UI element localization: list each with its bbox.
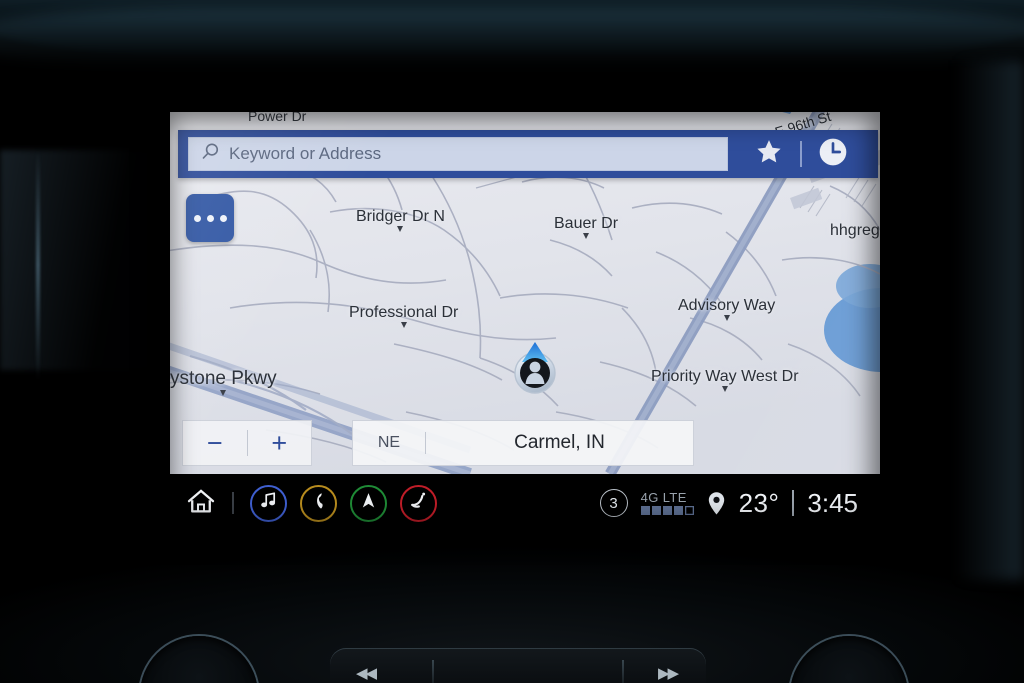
ellipsis-icon-dot [219,214,227,222]
current-city-label: Carmel, IN [514,432,605,453]
clock-time: 3:45 [807,487,858,518]
signal-bar [651,506,661,515]
map-zoom-controls[interactable]: − + [182,420,312,466]
status-bar-shortcuts [162,484,437,522]
status-bar-indicators: 3 4G LTE 23° 3:45 [599,487,880,519]
ellipsis-icon-dot [206,214,214,222]
previous-track-icon[interactable]: ◀◀ [356,664,377,682]
profile-indicator[interactable]: 3 [599,489,628,517]
search-input[interactable]: Keyword or Address [188,137,728,171]
signal-bar-empty [685,506,694,515]
map-more-options-button[interactable] [186,194,234,242]
location-status-bar[interactable]: NE Carmel, IN [352,420,694,466]
status-bar-divider [792,490,795,516]
search-bar-actions [738,130,878,178]
phone-icon [309,491,329,516]
search-placeholder: Keyword or Address [229,144,382,163]
compass-heading: NE [377,434,401,451]
map-canvas[interactable]: Power Dr E 96th St Bridger Dr N Bauer Dr… [170,112,880,474]
favorites-button[interactable] [738,130,800,178]
home-icon [186,489,216,519]
location-pin-icon [707,491,726,516]
zoom-in-button[interactable]: + [248,429,312,457]
signal-bars-icon [640,506,694,515]
dash-right-glow [954,60,1024,580]
outside-temperature: 23° [738,487,780,518]
search-icon [201,142,220,166]
music-note-icon [259,491,278,515]
vehicle-position-icon [512,340,558,396]
volume-knob[interactable] [140,636,258,683]
air-vent-left [0,150,150,370]
star-icon [754,137,784,171]
tune-knob[interactable] [790,636,908,683]
navigation-arrow-icon [359,491,378,515]
recent-destinations-button[interactable] [802,130,864,178]
next-track-icon[interactable]: ▶▶ [658,664,679,682]
ellipsis-icon-dot [193,214,201,222]
clock-icon [817,136,849,173]
hardware-button-panel [330,648,706,683]
dash-hood-highlight-secondary [0,8,1024,68]
network-type-label: 4G LTE [640,490,687,505]
media-button[interactable] [250,484,287,522]
system-status-bar: 3 4G LTE 23° 3:45 [162,474,880,532]
infotainment-screen: Power Dr E 96th St Bridger Dr N Bauer Dr… [162,112,880,532]
status-bar-divider [232,492,234,514]
search-bar: Keyword or Address [178,130,878,178]
home-button[interactable] [186,487,216,520]
network-indicator: 4G LTE [640,490,694,515]
navigation-button[interactable] [350,484,387,522]
seat-climate-button[interactable] [400,484,437,522]
zoom-out-button[interactable]: − [183,429,247,457]
air-vent-left-edge [36,150,40,380]
signal-bar [673,506,683,515]
phone-button[interactable] [300,484,337,522]
signal-bar [662,506,672,515]
dashboard: Power Dr E 96th St Bridger Dr N Bauer Dr… [0,0,1024,683]
hardware-panel-separator [432,660,434,683]
hardware-panel-separator [622,660,624,683]
heated-seat-icon [408,490,429,516]
signal-bar [640,506,650,515]
